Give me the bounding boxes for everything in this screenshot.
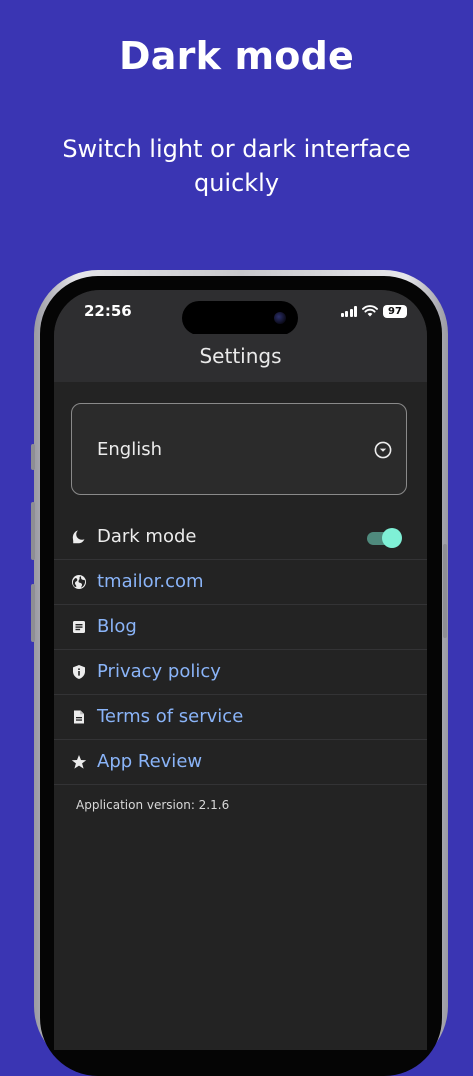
dark-mode-toggle[interactable] [367, 528, 402, 548]
article-icon [73, 621, 85, 633]
menu-item-label: Terms of service [97, 706, 244, 727]
menu-item-label: Dark mode [97, 526, 197, 547]
star-icon [71, 755, 87, 769]
chevron-down-circle-icon [374, 441, 392, 459]
wifi-icon [362, 305, 378, 317]
language-select[interactable]: English [71, 403, 407, 495]
shield-icon [73, 665, 85, 679]
phone-volume-up-button [31, 502, 35, 560]
menu-item-label: tmailor.com [97, 571, 204, 592]
status-time: 22:56 [84, 302, 132, 320]
phone-power-button [443, 544, 447, 638]
menu-item-label: Privacy policy [97, 661, 221, 682]
moon-icon [72, 530, 85, 544]
battery-indicator: 97 [383, 304, 407, 318]
status-icons: 97 [340, 304, 407, 318]
phone-volume-down-button [31, 584, 35, 642]
app-bar: Settings [54, 334, 427, 382]
menu-item-label: App Review [97, 751, 203, 772]
dynamic-island [182, 301, 298, 335]
menu-item-blog[interactable]: Blog [54, 605, 427, 650]
phone-screen: 22:56 97 Settings English Dark mode tmai… [54, 290, 427, 1050]
menu-item-label: Blog [97, 616, 137, 637]
status-bar: 22:56 97 [54, 290, 427, 335]
menu-item-website[interactable]: tmailor.com [54, 560, 427, 605]
menu-item-dark-mode[interactable]: Dark mode [54, 515, 427, 560]
app-version-text: Application version: 2.1.6 [76, 798, 230, 812]
document-icon [74, 710, 84, 724]
phone-action-button [31, 444, 35, 470]
promo-subline: Switch light or dark interface quickly [62, 135, 411, 197]
page-title: Settings [199, 344, 282, 368]
menu-item-terms-of-service[interactable]: Terms of service [54, 695, 427, 740]
cellular-signal-icon [340, 305, 357, 317]
camera-icon [274, 312, 286, 324]
menu-item-privacy-policy[interactable]: Privacy policy [54, 650, 427, 695]
globe-icon [72, 575, 86, 589]
settings-menu: Dark mode tmailor.com Blog Privacy polic… [54, 515, 427, 785]
language-select-value: English [97, 439, 162, 460]
menu-item-app-review[interactable]: App Review [54, 740, 427, 785]
toggle-thumb [382, 528, 402, 548]
promo-headline: Dark mode [119, 34, 354, 78]
